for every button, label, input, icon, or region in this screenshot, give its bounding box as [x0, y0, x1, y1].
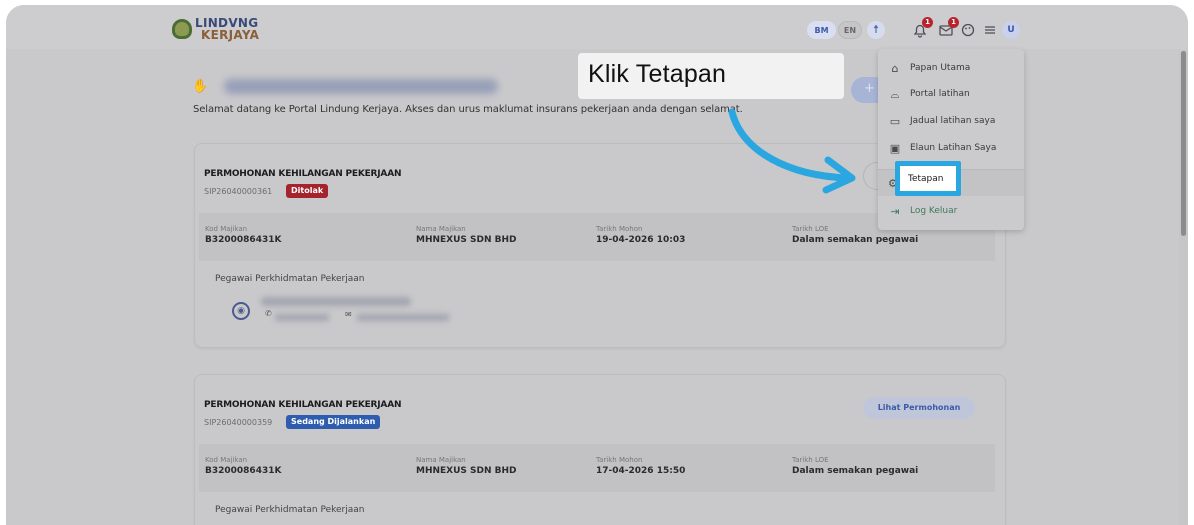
pointer-arrow-icon: [728, 108, 856, 194]
employer-code-cell: Kod Majikan B3200086431K: [205, 225, 282, 245]
menu-item-papan-utama[interactable]: ⌂ Papan Utama: [878, 57, 1024, 79]
menu-item-portal-latihan[interactable]: ⌓ Portal latihan: [878, 83, 1024, 105]
logo[interactable]: LINDVNG KERJAYA: [172, 16, 262, 42]
application-card: PERMOHONAN KEHILANGAN PEKERJAAN SIP26040…: [194, 374, 1006, 525]
scrollbar-thumb[interactable]: [1181, 51, 1186, 236]
tetapan-highlight-box[interactable]: Tetapan: [895, 161, 961, 196]
card-title: PERMOHONAN KEHILANGAN PEKERJAAN: [204, 400, 402, 410]
employer-name-cell: Nama Majikan MHNEXUS SDN BHD: [416, 225, 517, 245]
application-date-cell: Tarikh Mohon 17-04-2026 15:50: [596, 456, 686, 476]
phone-icon: ✆: [265, 309, 272, 318]
wallet-icon: ▣: [889, 142, 901, 155]
card-reference: SIP26040000361: [204, 187, 273, 196]
tetapan-highlight-label: Tetapan: [908, 174, 944, 184]
officer-email-redacted: [357, 314, 449, 321]
wave-hand-icon: ✋: [192, 79, 209, 94]
employer-code-cell: Kod Majikan B3200086431K: [205, 456, 282, 476]
officer-phone-redacted: [275, 314, 329, 321]
status-badge: Sedang Dijalankan: [286, 415, 381, 429]
officer-name-redacted: [261, 297, 411, 306]
email-icon: ✉: [345, 310, 352, 319]
loe-date-cell: Tarikh LOE Dalam semakan pegawai: [792, 456, 919, 476]
status-badge: Ditolak: [286, 184, 329, 198]
user-dropdown-menu: ⌂ Papan Utama ⌓ Portal latihan ▭ Jadual …: [878, 49, 1024, 230]
greeting-name-redacted: [224, 79, 498, 94]
menu-item-jadual-latihan[interactable]: ▭ Jadual latihan saya: [878, 110, 1024, 132]
card-title: PERMOHONAN KEHILANGAN PEKERJAAN: [204, 169, 402, 179]
calendar-icon: ▭: [889, 115, 901, 128]
menu-item-elaun-latihan[interactable]: ▣ Elaun Latihan Saya: [878, 137, 1024, 159]
top-header: LINDVNG KERJAYA BM EN ☨ 1 1 U: [6, 5, 1188, 49]
language-en-button[interactable]: EN: [838, 21, 862, 39]
language-bm-button[interactable]: BM: [807, 21, 836, 39]
logo-mark-icon: [172, 19, 192, 39]
officer-label: Pegawai Perkhidmatan Pekerjaan: [215, 274, 365, 284]
details-row: Kod Majikan B3200086431K Nama Majikan MH…: [199, 444, 995, 492]
mail-icon[interactable]: 1: [937, 17, 959, 39]
officer-avatar-icon: ◉: [232, 302, 250, 320]
instruction-callout: Klik Tetapan: [578, 53, 844, 99]
notification-badge: 1: [922, 17, 933, 28]
officer-label: Pegawai Perkhidmatan Pekerjaan: [215, 505, 365, 515]
palette-icon[interactable]: [959, 21, 977, 39]
application-date-cell: Tarikh Mohon 19-04-2026 10:03: [596, 225, 686, 245]
user-avatar[interactable]: U: [1002, 21, 1020, 39]
notification-bell-icon[interactable]: 1: [911, 17, 933, 39]
card-reference: SIP26040000359: [204, 418, 273, 427]
employer-name-cell: Nama Majikan MHNEXUS SDN BHD: [416, 456, 517, 476]
graduation-cap-icon: ⌓: [890, 88, 900, 101]
welcome-text: Selamat datang ke Portal Lindung Kerjaya…: [193, 104, 743, 115]
view-application-button[interactable]: Lihat Permohonan: [863, 397, 975, 419]
mail-badge: 1: [948, 17, 959, 28]
logo-text-bottom: KERJAYA: [201, 28, 260, 42]
accessibility-icon[interactable]: ☨: [867, 21, 885, 39]
hamburger-menu-icon[interactable]: [981, 21, 999, 39]
details-row: Kod Majikan B3200086431K Nama Majikan MH…: [199, 213, 995, 261]
logout-icon: ⇥: [890, 205, 900, 218]
home-icon: ⌂: [891, 62, 899, 75]
menu-item-log-keluar[interactable]: ⇥ Log Keluar: [878, 200, 1024, 222]
plus-icon: +: [864, 81, 875, 96]
